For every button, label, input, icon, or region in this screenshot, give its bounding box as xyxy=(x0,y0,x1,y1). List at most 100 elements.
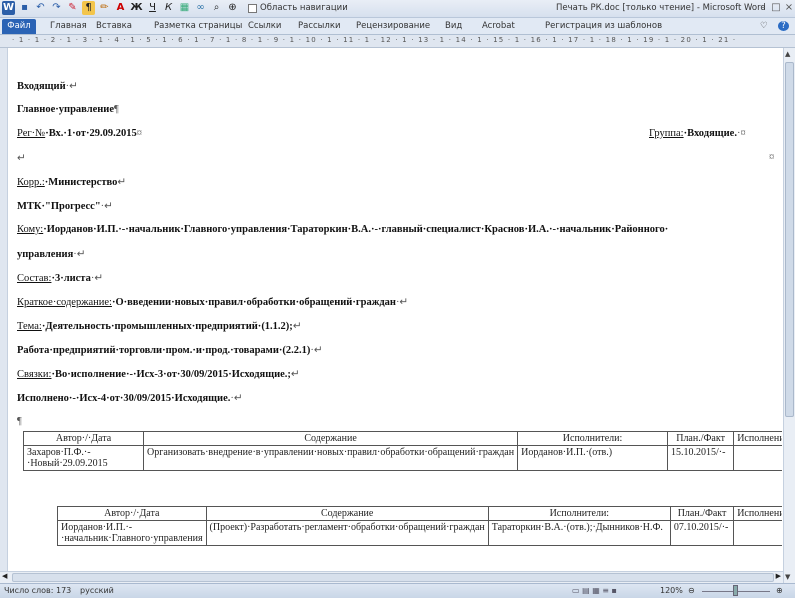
col-plan-fact: План./Факт xyxy=(666,431,735,446)
tab-acrobat[interactable]: Acrobat xyxy=(482,21,515,31)
tab-references[interactable]: Ссылки xyxy=(248,21,281,31)
minimize-icon[interactable]: – xyxy=(758,2,768,13)
to-label: Кому: xyxy=(17,224,44,235)
document-page[interactable]: Входящий·↵ Главное·управление¶ Рег·№·Вх.… xyxy=(9,48,782,571)
zoom-out-icon[interactable]: ⊖ xyxy=(688,586,695,595)
zoom-slider-thumb[interactable] xyxy=(733,585,738,596)
to-value-2: управления xyxy=(17,249,74,260)
table-row: Захаров·П.Ф.·-·Новый·29.09.2015 Организо… xyxy=(22,445,782,471)
binoculars-icon[interactable]: ⌕ xyxy=(210,1,223,15)
underline-icon[interactable]: Ч xyxy=(146,1,159,15)
doc-to-line-2: управления·↵ xyxy=(17,249,86,260)
tab-home[interactable]: Главная xyxy=(50,21,87,31)
doc-reg-line: Рег·№·Вх.·1·от·29.09.2015¤ xyxy=(17,128,142,139)
nav-pane-label: Область навигации xyxy=(260,3,348,13)
cell-plan[interactable]: 15.10.2015/·- xyxy=(666,445,735,471)
doc-topic-line: Тема:·Деятельность·промышленных·предприя… xyxy=(17,321,302,332)
zoom-icon[interactable]: ⊕ xyxy=(226,1,239,15)
zoom-in-icon[interactable]: ⊕ xyxy=(776,586,783,595)
cell-author[interactable]: Захаров·П.Ф.·-·Новый·29.09.2015 xyxy=(22,445,145,471)
comp-value: ·3·листа xyxy=(51,273,91,284)
doc-group-line: Группа:·Входящие.·¤ xyxy=(649,128,746,139)
col-author-date: Автор·/·Дата xyxy=(22,431,145,446)
horizontal-scrollbar[interactable]: ◀ ▶ xyxy=(0,571,783,583)
close-icon[interactable]: × xyxy=(784,2,794,13)
image-icon[interactable]: ▦ xyxy=(178,1,191,15)
doc-topic-line-2: Работа·предприятий·торговли·пром.·и·прод… xyxy=(17,345,323,356)
window-title: Печать РК.doc [только чтение] - Microsof… xyxy=(556,3,766,13)
reg-label: Рег·№ xyxy=(17,128,46,139)
tab-insert[interactable]: Вставка xyxy=(96,21,132,31)
language[interactable]: русский xyxy=(80,586,114,595)
reg-value: ·Вх.·1·от·29.09.2015 xyxy=(45,128,137,139)
links-value: ·Во·исполнение·-·Исх-3·от·30/09/2015·Исх… xyxy=(51,369,291,380)
col-content: Содержание xyxy=(205,506,489,521)
quick-access-toolbar: W ▪ ↶ ↷ ✎ ¶ ✏ A Ж Ч К ▦ ∞ ⌕ ⊕ xyxy=(2,1,239,15)
topic-value: ·Деятельность·промышленных·предприятий·(… xyxy=(41,321,293,332)
cell-content[interactable]: Организовать·внедрение·в·управлении·новы… xyxy=(143,445,519,471)
doc-corr-line: Корр.:·Министерство↵ xyxy=(17,177,127,188)
maximize-icon[interactable]: □ xyxy=(771,2,781,13)
cell-author[interactable]: Иорданов·И.П.·-·начальник·Главного·управ… xyxy=(57,520,207,546)
vertical-scrollbar[interactable]: ▲ ▼ xyxy=(783,48,795,583)
save-icon[interactable]: ▪ xyxy=(18,1,31,15)
comp-label: Состав: xyxy=(17,273,52,284)
bold-icon[interactable]: Ж xyxy=(130,1,143,15)
resolution-table-1: Автор·/·Дата Содержание Исполнители: Пла… xyxy=(22,431,782,471)
scroll-down-icon[interactable]: ▼ xyxy=(785,573,790,581)
corr-value-2: МТК·"Прогресс" xyxy=(17,201,101,212)
title-bar: W ▪ ↶ ↷ ✎ ¶ ✏ A Ж Ч К ▦ ∞ ⌕ ⊕ Область на… xyxy=(0,0,795,18)
tab-mailings[interactable]: Рассылки xyxy=(298,21,340,31)
scroll-right-icon[interactable]: ▶ xyxy=(776,572,781,580)
doc-incoming-line: Входящий·↵ xyxy=(17,81,78,92)
scroll-up-icon[interactable]: ▲ xyxy=(785,50,790,58)
tab-page-layout[interactable]: Разметка страницы xyxy=(154,21,242,31)
paragraph-mark: ¶ xyxy=(17,416,22,427)
doc-comp-line: Состав:·3·листа·↵ xyxy=(17,273,104,284)
corr-label: Корр.: xyxy=(17,177,45,188)
cell-end-mark: ¤ xyxy=(769,152,775,163)
nav-pane-checkbox[interactable] xyxy=(248,4,257,13)
col-execution: Исполнение xyxy=(733,431,782,446)
cell-executors[interactable]: Тараторкин·В.А.·(отв.);·Дынников·Н.Ф. xyxy=(487,520,671,546)
tab-view[interactable]: Вид xyxy=(445,21,462,31)
undo-icon[interactable]: ↶ xyxy=(34,1,47,15)
left-margin-bar xyxy=(0,48,8,583)
cell-execution[interactable] xyxy=(733,520,782,546)
italic-icon[interactable]: К xyxy=(162,1,175,15)
redo-icon[interactable]: ↷ xyxy=(50,1,63,15)
tab-file[interactable]: Файл xyxy=(2,19,36,34)
doc-dept-line: Главное·управление¶ xyxy=(17,104,119,115)
tab-review[interactable]: Рецензирование xyxy=(356,21,430,31)
resolution-table-2: Автор·/·Дата Содержание Исполнители: Пла… xyxy=(57,506,782,546)
view-buttons-icon[interactable]: ▭ ▤ ▦ ≡ ▪ xyxy=(572,586,617,595)
status-bar: Число слов: 173 русский ▭ ▤ ▦ ≡ ▪ 120% ⊖… xyxy=(0,583,795,598)
cell-content[interactable]: (Проект)·Разработать·регламент·обработки… xyxy=(205,520,489,546)
format-icon[interactable]: ✎ xyxy=(66,1,79,15)
table-header-row: Автор·/·Дата Содержание Исполнители: Пла… xyxy=(57,506,782,521)
highlight-icon[interactable]: ✏ xyxy=(98,1,111,15)
cell-plan[interactable]: 07.10.2015/·- xyxy=(669,520,735,546)
paragraph-mark-icon[interactable]: ¶ xyxy=(82,1,95,15)
col-executors: Исполнители: xyxy=(487,506,671,521)
vertical-scroll-thumb[interactable] xyxy=(785,62,794,417)
help-icon[interactable]: ? xyxy=(778,21,789,31)
zoom-level[interactable]: 120% xyxy=(660,586,683,595)
summary-label: Краткое·содержание: xyxy=(17,297,112,308)
word-icon[interactable]: W xyxy=(2,1,15,15)
font-color-icon[interactable]: A xyxy=(114,1,127,15)
link-icon[interactable]: ∞ xyxy=(194,1,207,15)
col-author-date: Автор·/·Дата xyxy=(57,506,207,521)
cell-executors[interactable]: Иорданов·И.П.·(отв.) xyxy=(517,445,668,471)
tab-templates[interactable]: Регистрация из шаблонов xyxy=(545,21,662,31)
horizontal-ruler[interactable]: · 1 · 1 · 2 · 1 · 3 · 1 · 4 · 1 · 5 · 1 … xyxy=(0,35,795,48)
doc-done-line: Исполнено·-·Исх-4·от·30/09/2015·Исходящи… xyxy=(17,393,243,404)
cell-execution[interactable] xyxy=(733,445,782,471)
ribbon-collapse-icon[interactable]: ♡ xyxy=(760,21,768,31)
empty-line-mark: ↵ xyxy=(17,153,26,164)
ribbon-tabs: Файл Главная Вставка Разметка страницы С… xyxy=(0,18,795,35)
col-plan-fact: План./Факт xyxy=(669,506,735,521)
horizontal-scroll-thumb[interactable] xyxy=(12,573,774,582)
scroll-left-icon[interactable]: ◀ xyxy=(2,572,7,580)
word-count[interactable]: Число слов: 173 xyxy=(4,586,71,595)
